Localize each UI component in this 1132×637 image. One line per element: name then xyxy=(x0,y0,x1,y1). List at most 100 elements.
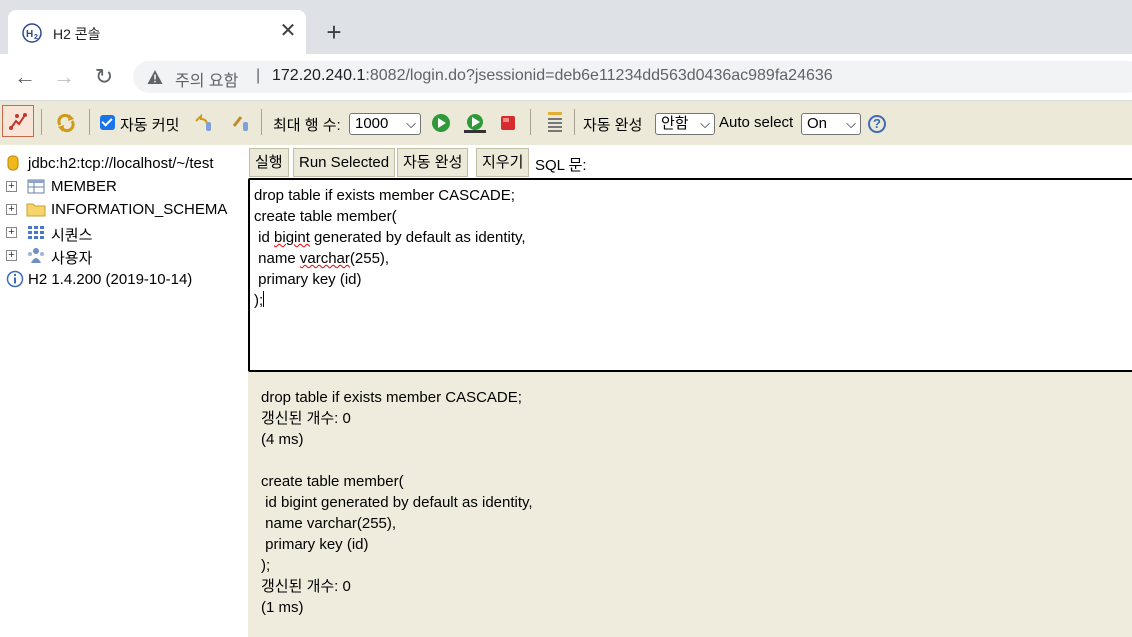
expand-icon[interactable]: + xyxy=(6,181,17,192)
commit-icon[interactable] xyxy=(231,113,251,133)
query-button-bar: 실행 Run Selected 자동 완성 지우기 SQL 문: xyxy=(248,146,1132,179)
warning-icon[interactable] xyxy=(147,69,163,85)
sql-editor-line[interactable]: create table member( xyxy=(254,206,526,227)
tree-item-label: 시퀀스 xyxy=(51,227,93,244)
result-line: name varchar(255), xyxy=(261,515,397,532)
tab-title: H2 콘솔 xyxy=(53,26,101,42)
toolbar-divider xyxy=(89,109,90,135)
users-icon xyxy=(28,248,44,263)
database-icon xyxy=(7,155,19,171)
h2-favicon-icon: H 2 xyxy=(22,23,42,43)
auto-commit-checkbox[interactable] xyxy=(100,115,115,130)
run-icon[interactable] xyxy=(431,113,451,133)
help-icon[interactable]: ? xyxy=(868,115,886,133)
url-text[interactable]: 172.20.240.1:8082/login.do?jsessionid=de… xyxy=(272,67,833,85)
sql-editor-line[interactable]: id bigint generated by default as identi… xyxy=(254,227,525,248)
version-label: H2 1.4.200 (2019-10-14) xyxy=(28,271,193,288)
result-line: id bigint generated by default as identi… xyxy=(261,494,533,511)
reload-icon[interactable]: ↻ xyxy=(91,64,117,90)
auto-select-value: On xyxy=(807,115,828,132)
rollback-icon[interactable] xyxy=(193,113,213,133)
tree-item-label: 사용자 xyxy=(51,250,93,267)
svg-text:H: H xyxy=(26,29,33,40)
folder-icon xyxy=(26,203,46,217)
sql-editor[interactable]: drop table if exists member CASCADE; crea… xyxy=(248,178,1132,372)
info-icon xyxy=(6,270,24,288)
result-line: 갱신된 개수: 0 xyxy=(261,578,351,595)
url-host: 172.20.240.1 xyxy=(272,67,366,84)
expand-icon[interactable]: + xyxy=(6,250,17,261)
run-selected-icon[interactable] xyxy=(463,113,487,133)
tree-item-label: MEMBER xyxy=(51,178,117,195)
tree-item-member[interactable]: + MEMBER xyxy=(0,176,248,198)
sql-statement-label: SQL 문: xyxy=(535,157,587,174)
sequence-icon xyxy=(28,226,44,239)
toolbar-divider xyxy=(261,109,262,135)
auto-complete-button[interactable]: 자동 완성 xyxy=(397,148,469,177)
url-omnibox[interactable]: 주의 요함 | 172.20.240.1:8082/login.do?jsess… xyxy=(133,61,1132,93)
auto-complete-label: 자동 완성 xyxy=(583,117,643,134)
run-selected-button[interactable]: Run Selected xyxy=(293,148,396,177)
result-line: drop table if exists member CASCADE; xyxy=(261,389,522,406)
tree-version-row: H2 1.4.200 (2019-10-14) xyxy=(0,269,248,291)
result-line: create table member( xyxy=(261,473,404,490)
expand-icon[interactable]: + xyxy=(6,227,17,238)
security-warning-label[interactable]: 주의 요함 xyxy=(175,67,238,91)
refresh-icon[interactable] xyxy=(56,113,76,133)
connection-label: jdbc:h2:tcp://localhost/~/test xyxy=(28,155,214,172)
tab-close-icon[interactable]: ✕ xyxy=(278,21,298,41)
result-line: 갱신된 개수: 0 xyxy=(261,410,351,427)
tree-item-information-schema[interactable]: + INFORMATION_SCHEMA xyxy=(0,199,248,221)
result-line: (1 ms) xyxy=(261,599,304,616)
tree-connection-row[interactable]: jdbc:h2:tcp://localhost/~/test xyxy=(0,153,248,175)
auto-select-label: Auto select xyxy=(719,114,794,131)
schema-tree: jdbc:h2:tcp://localhost/~/test + MEMBER … xyxy=(0,146,248,637)
address-bar: ← → ↻ 주의 요함 | 172.20.240.1:8082/login.do… xyxy=(0,54,1132,100)
sql-editor-line[interactable]: primary key (id) xyxy=(254,269,526,290)
disconnect-button[interactable] xyxy=(2,105,34,137)
new-tab-icon[interactable]: + xyxy=(320,18,348,46)
forward-arrow-icon[interactable]: → xyxy=(51,64,77,90)
browser-tab[interactable]: H 2 H2 콘솔 ✕ xyxy=(8,10,306,54)
toolbar-divider xyxy=(41,109,42,135)
sql-editor-line[interactable]: name varchar(255), xyxy=(254,248,526,269)
tree-item-label: INFORMATION_SCHEMA xyxy=(51,201,228,218)
max-rows-label: 최대 행 수: xyxy=(273,117,341,134)
max-rows-select[interactable]: 1000 ⌵ xyxy=(349,113,421,135)
chevron-down-icon: ⌵ xyxy=(406,116,416,131)
sql-editor-line[interactable]: drop table if exists member CASCADE; xyxy=(254,185,526,206)
browser-tab-bar: H 2 H2 콘솔 ✕ + xyxy=(0,0,1132,54)
expand-icon[interactable]: + xyxy=(6,204,17,215)
table-icon xyxy=(27,179,45,194)
toolbar-divider xyxy=(574,109,575,135)
h2-toolbar: 자동 커밋 최대 행 수: 1000 ⌵ 자동 완성 안함 ⌵ Auto sel… xyxy=(0,101,1132,145)
auto-commit-label: 자동 커밋 xyxy=(120,117,180,134)
auto-complete-select[interactable]: 안함 ⌵ xyxy=(655,113,715,135)
stop-icon[interactable] xyxy=(498,113,518,133)
result-panel: drop table if exists member CASCADE; 갱신된 … xyxy=(248,372,1132,637)
result-line: (4 ms) xyxy=(261,431,304,448)
execute-button[interactable]: 실행 xyxy=(249,148,289,177)
clear-button[interactable]: 지우기 xyxy=(476,148,530,177)
chevron-down-icon: ⌵ xyxy=(700,116,710,131)
toolbar-divider xyxy=(530,109,531,135)
text-caret xyxy=(263,291,265,307)
tree-item-users[interactable]: + 사용자 xyxy=(0,245,248,267)
back-arrow-icon[interactable]: ← xyxy=(12,64,38,90)
omnibox-separator: | xyxy=(256,67,261,84)
history-icon[interactable] xyxy=(545,110,565,134)
svg-text:2: 2 xyxy=(34,34,38,41)
max-rows-value: 1000 xyxy=(355,115,389,132)
auto-complete-value: 안함 xyxy=(661,115,689,132)
result-text: drop table if exists member CASCADE; 갱신된 … xyxy=(261,387,533,618)
tree-item-sequences[interactable]: + 시퀀스 xyxy=(0,222,248,244)
disconnect-icon xyxy=(9,113,27,130)
result-line xyxy=(261,450,533,471)
sql-editor-text[interactable]: drop table if exists member CASCADE; crea… xyxy=(254,185,526,311)
chevron-down-icon: ⌵ xyxy=(846,116,856,131)
sql-editor-line[interactable]: ); xyxy=(254,290,526,311)
result-line: ); xyxy=(261,557,271,574)
result-line: primary key (id) xyxy=(261,536,369,553)
url-path: :8082/login.do?jsessionid=deb6e11234dd56… xyxy=(365,67,833,84)
auto-select-select[interactable]: On ⌵ xyxy=(801,113,861,135)
